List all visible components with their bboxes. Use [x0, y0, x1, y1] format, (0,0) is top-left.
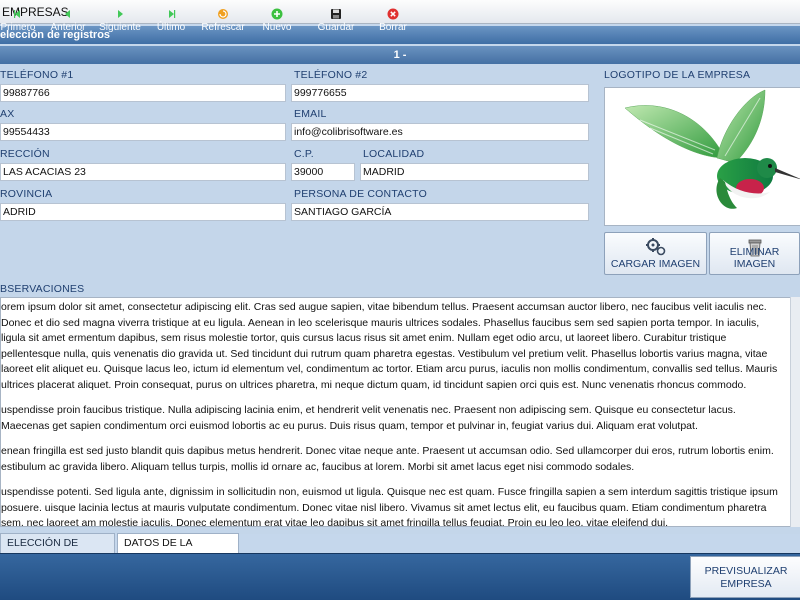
plus-icon: [271, 8, 283, 20]
previous-arrow-icon: [65, 10, 70, 18]
load-image-button[interactable]: CARGAR IMAGEN: [604, 232, 707, 275]
new-record-button[interactable]: Nuevo: [260, 8, 294, 33]
email-field[interactable]: info@colibrisoftware.es: [291, 123, 589, 141]
delete-button[interactable]: Borrar: [376, 8, 410, 33]
gears-icon: [645, 238, 665, 256]
notes-paragraph: uspendisse proin faucibus tristique. Nul…: [1, 404, 736, 432]
last-record-label: Último: [156, 22, 186, 33]
tab-bar: ELECCIÓN DE EMPRESAS DATOS DE LA EMPRESA: [0, 533, 800, 568]
provincia-field[interactable]: ADRID: [0, 203, 286, 221]
save-disk-icon: [331, 9, 341, 19]
previous-record-button[interactable]: Anterior: [48, 8, 88, 33]
observaciones-textarea[interactable]: orem ipsum dolor sit amet, consectetur a…: [0, 297, 798, 527]
telefono2-field[interactable]: 999776655: [291, 84, 589, 102]
refresh-label: Refrescar: [201, 22, 245, 33]
preview-label-line1: PREVISUALIZAR: [704, 565, 788, 577]
email-label: EMAIL: [294, 108, 327, 120]
notes-paragraph: uspendisse potenti. Sed ligula ante, dig…: [1, 486, 778, 527]
fax-label: AX: [0, 108, 15, 120]
first-arrow-icon: [14, 10, 20, 18]
contacto-label: PERSONA DE CONTACTO: [294, 188, 427, 200]
new-record-label: Nuevo: [262, 22, 292, 33]
cp-label: C.P.: [294, 148, 314, 160]
notes-paragraph: orem ipsum dolor sit amet, consectetur a…: [1, 301, 778, 391]
company-logo-image: [604, 87, 800, 226]
localidad-field[interactable]: MADRID: [360, 163, 589, 181]
notes-paragraph: enean fringilla est sed justo blandit qu…: [1, 445, 774, 473]
contacto-field[interactable]: SANTIAGO GARCÍA: [291, 203, 589, 221]
next-record-button[interactable]: Siguiente: [98, 8, 142, 33]
tab-datos-empresa[interactable]: DATOS DE LA EMPRESA: [117, 533, 239, 568]
record-number: 1 -: [393, 49, 407, 61]
last-arrow-icon: [169, 10, 176, 18]
tab-seleccion-empresas[interactable]: ELECCIÓN DE EMPRESAS: [0, 533, 115, 568]
cp-field[interactable]: 39000: [291, 163, 355, 181]
delete-image-label: ELIMINAR IMAGEN: [729, 246, 780, 270]
notes-scrollbar[interactable]: [790, 297, 800, 527]
preview-label-line2: EMPRESA: [720, 578, 772, 590]
first-record-button[interactable]: Primero: [0, 8, 36, 33]
next-arrow-icon: [118, 10, 123, 18]
first-record-label: Primero: [0, 22, 36, 33]
telefono1-label: TELÉFONO #1: [0, 69, 74, 81]
bottom-toolbar: [0, 553, 800, 600]
direccion-field[interactable]: LAS ACACIAS 23: [0, 163, 286, 181]
provincia-label: ROVINCIA: [0, 188, 53, 200]
save-button[interactable]: Guardar: [316, 8, 356, 33]
delete-label: Borrar: [379, 22, 407, 33]
logo-label: LOGOTIPO DE LA EMPRESA: [604, 69, 751, 81]
telefono2-label: TELÉFONO #2: [294, 69, 368, 81]
save-label: Guardar: [317, 22, 355, 33]
previous-record-label: Anterior: [50, 22, 86, 33]
delete-image-button[interactable]: ELIMINAR IMAGEN: [709, 232, 800, 275]
telefono1-field[interactable]: 99887766: [0, 84, 286, 102]
delete-x-icon: [387, 8, 399, 20]
load-image-label: CARGAR IMAGEN: [610, 258, 701, 270]
refresh-icon: [218, 9, 228, 19]
localidad-label: LOCALIDAD: [363, 148, 425, 160]
last-record-button[interactable]: Último: [154, 8, 188, 33]
hummingbird-logo-icon: [624, 89, 800, 209]
preview-company-button[interactable]: PREVISUALIZAR EMPRESA: [690, 556, 800, 598]
observaciones-label: BSERVACIONES: [0, 283, 85, 295]
record-navigator-bar: 1 -: [0, 46, 800, 64]
direccion-label: RECCIÓN: [0, 148, 50, 160]
next-record-label: Siguiente: [99, 22, 141, 33]
refresh-button[interactable]: Refrescar: [200, 8, 246, 33]
fax-field[interactable]: 99554433: [0, 123, 286, 141]
